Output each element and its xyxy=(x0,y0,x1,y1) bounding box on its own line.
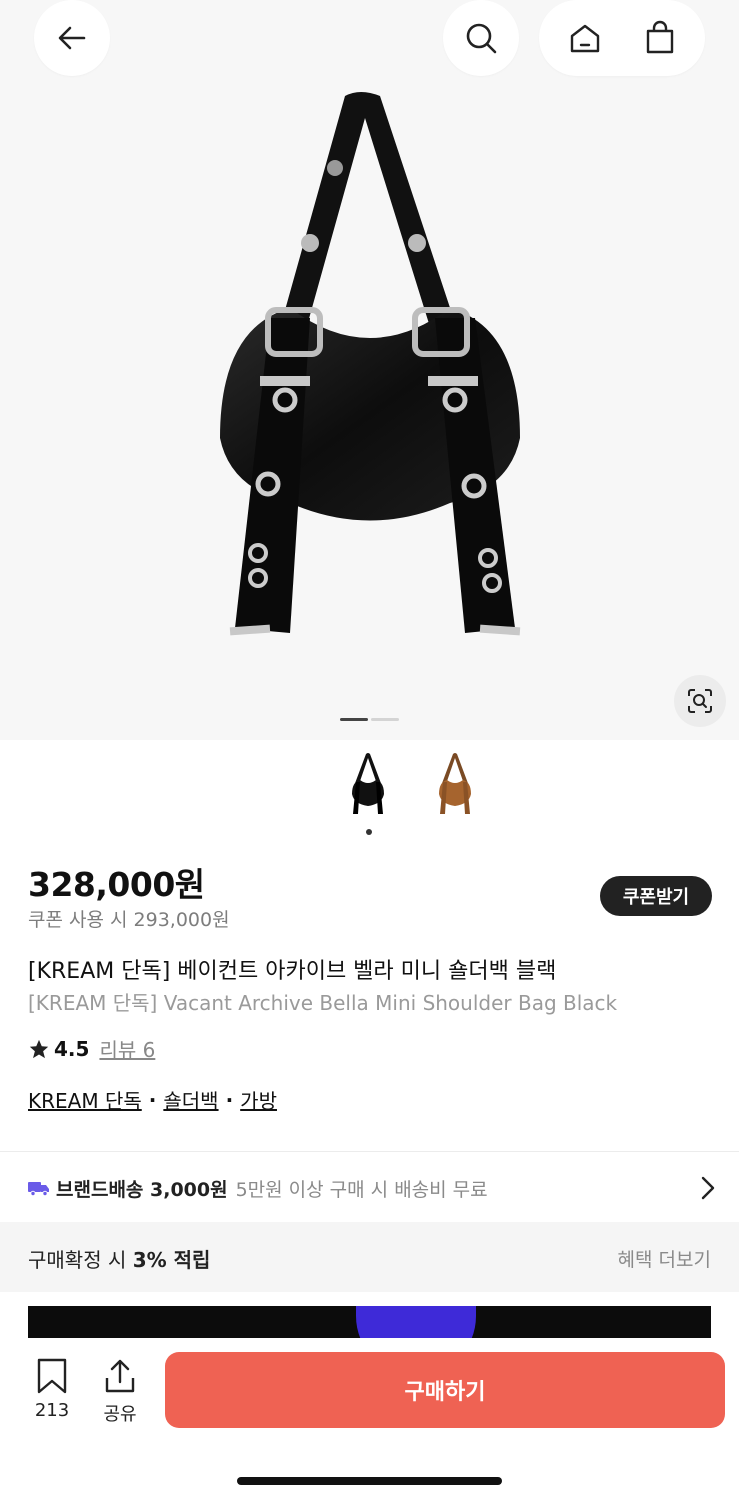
review-link[interactable]: 리뷰 6 xyxy=(99,1034,155,1063)
coupon-price: 쿠폰 사용 시 293,000원 xyxy=(28,909,230,931)
image-search-button[interactable] xyxy=(674,675,726,727)
buy-button[interactable]: 구매하기 xyxy=(165,1352,725,1428)
arrow-left-icon xyxy=(58,26,86,50)
benefit-text: 구매확정 시 3% 적립 xyxy=(28,1244,210,1273)
thumbnail-black[interactable] xyxy=(348,752,388,816)
benefit-prefix: 구매확정 시 xyxy=(28,1248,133,1272)
image-search-icon xyxy=(688,689,712,713)
search-button[interactable] xyxy=(443,0,519,76)
share-label: 공유 xyxy=(103,1404,137,1425)
benefit-more-link[interactable]: 혜택 더보기 xyxy=(618,1245,711,1272)
section-divider xyxy=(0,1151,739,1152)
category-breadcrumb: KREAM 단독 · 숄더백 · 가방 xyxy=(28,1085,277,1114)
product-price: 328,000원 xyxy=(28,865,205,904)
bookmark-button[interactable]: 213 xyxy=(26,1358,78,1421)
rating-score: 4.5 xyxy=(54,1036,90,1061)
category-separator: · xyxy=(225,1087,234,1112)
product-image-area xyxy=(0,0,739,740)
delivery-truck-icon xyxy=(28,1182,49,1197)
category-link-bags[interactable]: 가방 xyxy=(240,1085,277,1114)
shipping-row[interactable]: 브랜드배송 3,000원 5만원 이상 구매 시 배송비 무료 xyxy=(28,1174,718,1202)
shipping-note: 5만원 이상 구매 시 배송비 무료 xyxy=(235,1178,488,1201)
coupon-button[interactable]: 쿠폰받기 xyxy=(600,876,712,916)
bookmark-icon xyxy=(37,1358,67,1394)
shopping-bag-icon xyxy=(646,20,673,54)
home-icon xyxy=(570,24,599,53)
star-icon xyxy=(29,1039,49,1058)
rating-row: 4.5 리뷰 6 xyxy=(28,1034,155,1063)
thumbnail-brown[interactable] xyxy=(435,752,475,816)
cart-button[interactable] xyxy=(630,8,690,68)
header-action-group xyxy=(539,0,705,76)
share-icon xyxy=(105,1359,135,1393)
share-button[interactable]: 공유 xyxy=(98,1358,142,1426)
bookmark-count: 213 xyxy=(34,1400,70,1421)
product-title-english: [KREAM 단독] Vacant Archive Bella Mini Sho… xyxy=(28,991,618,1015)
category-link-shoulder-bag[interactable]: 숄더백 xyxy=(163,1085,218,1114)
search-icon xyxy=(466,23,497,54)
category-link-exclusive[interactable]: KREAM 단독 xyxy=(28,1085,142,1114)
chevron-right-icon xyxy=(701,1176,715,1200)
gallery-page-indicator xyxy=(371,718,399,721)
category-separator: · xyxy=(148,1087,157,1112)
bottom-action-bar: 213 공유 구매하기 xyxy=(0,1338,739,1500)
home-button[interactable] xyxy=(555,8,615,68)
benefit-highlight: 3% 적립 xyxy=(132,1248,211,1272)
thumbnail-selected-dot xyxy=(366,829,372,835)
product-title: [KREAM 단독] 베이컨트 아카이브 벨라 미니 숄더백 블랙 xyxy=(28,959,557,984)
product-image[interactable] xyxy=(210,88,530,648)
home-indicator xyxy=(237,1477,502,1485)
shipping-fee: 브랜드배송 3,000원 xyxy=(56,1178,228,1201)
benefit-row: 구매확정 시 3% 적립 혜택 더보기 xyxy=(0,1222,739,1292)
back-button[interactable] xyxy=(34,0,110,76)
gallery-page-indicator-active xyxy=(340,718,368,721)
